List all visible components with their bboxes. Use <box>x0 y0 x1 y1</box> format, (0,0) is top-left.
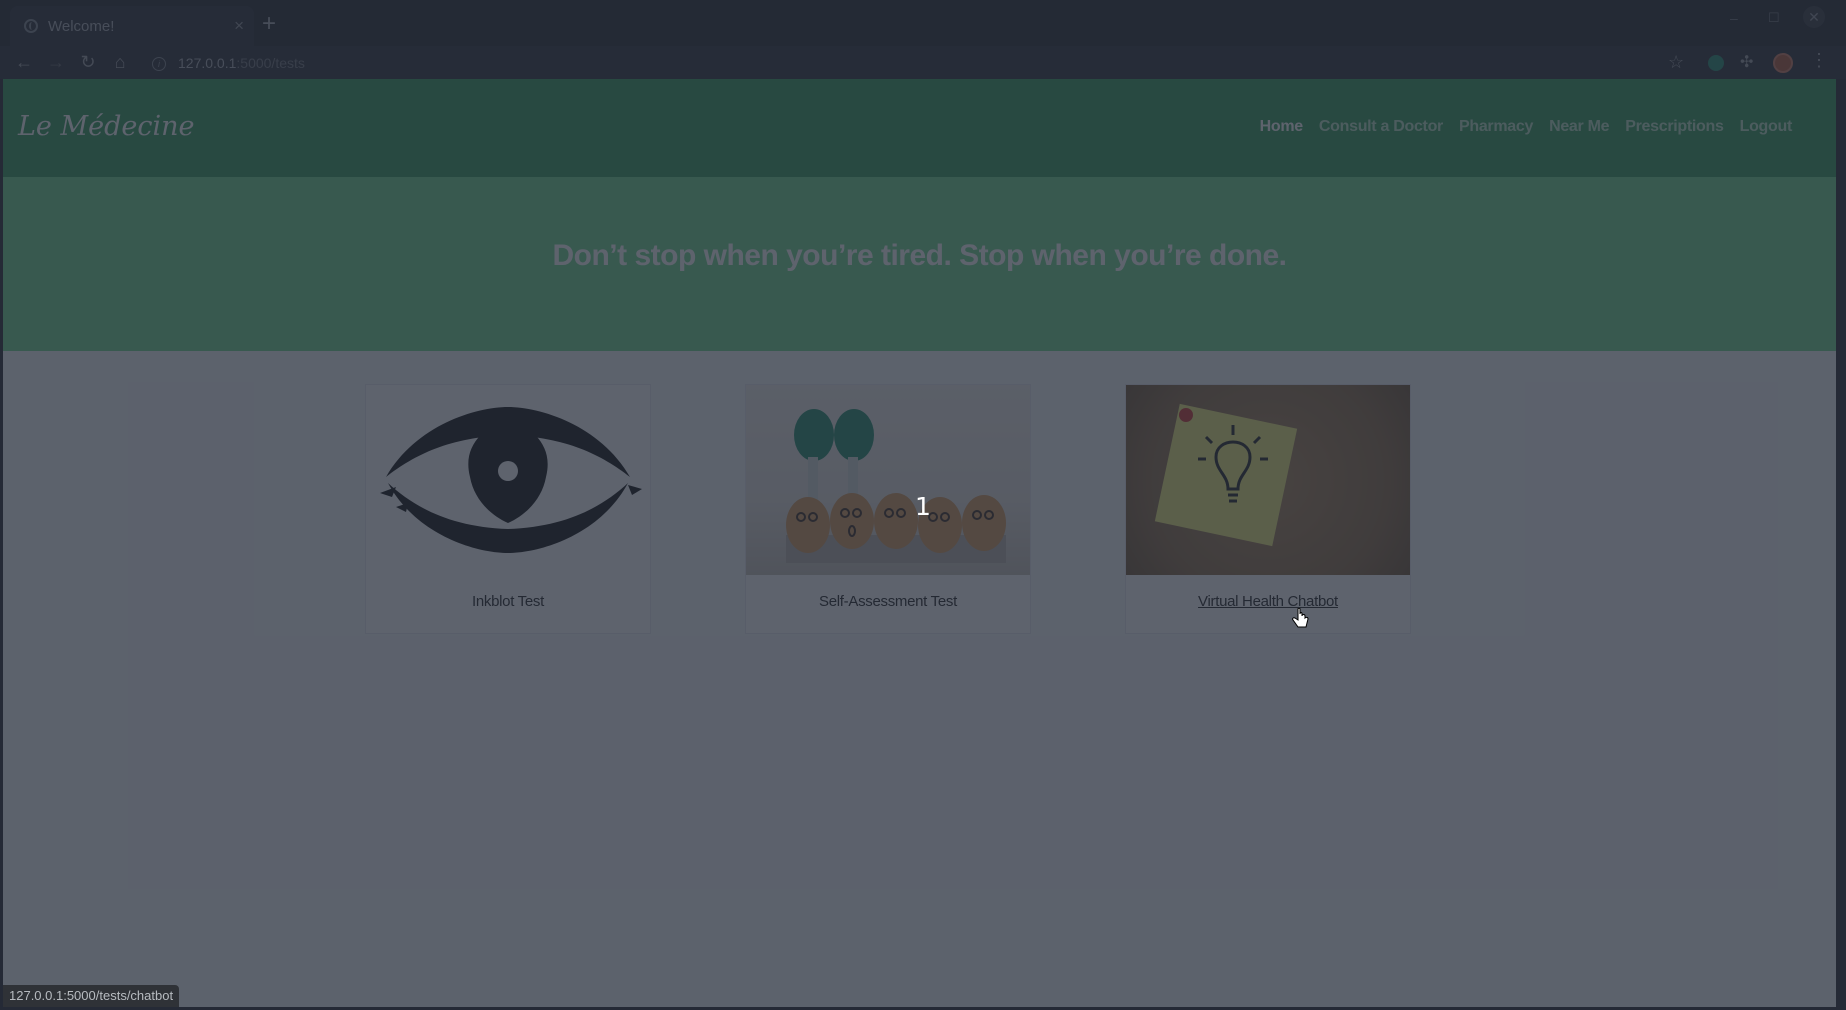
chatbot-image <box>1126 385 1410 575</box>
eggs-faces-icon <box>786 409 1006 563</box>
minimize-button[interactable]: – <box>1730 10 1738 26</box>
site-navbar: Le Médecine Home Consult a Doctor Pharma… <box>3 79 1836 177</box>
inkblot-eye-icon <box>380 407 642 553</box>
nav-home[interactable]: Home <box>1260 118 1304 136</box>
home-icon[interactable]: ⌂ <box>108 46 132 79</box>
profile-avatar[interactable] <box>1773 53 1793 73</box>
back-arrow-icon[interactable]: ← <box>12 46 36 79</box>
hero-banner: Don’t stop when you’re tired. Stop when … <box>3 177 1836 351</box>
card-label-self-assessment[interactable]: Self-Assessment Test <box>746 593 1030 610</box>
browser-tab[interactable]: Welcome! × <box>10 6 254 46</box>
nav-pharmacy[interactable]: Pharmacy <box>1459 118 1533 136</box>
card-virtual-health-chatbot[interactable]: Virtual Health Chatbot <box>1125 384 1411 634</box>
nav-logout[interactable]: Logout <box>1740 118 1793 136</box>
address-bar[interactable]: i 127.0.0.1:5000/tests <box>152 51 305 75</box>
overlay-number: 1 <box>915 492 931 521</box>
hero-quote: Don’t stop when you’re tired. Stop when … <box>552 239 1287 272</box>
close-tab-icon[interactable]: × <box>234 16 244 36</box>
extension-icon[interactable] <box>1708 55 1724 71</box>
nav-consult-a-doctor[interactable]: Consult a Doctor <box>1319 118 1443 136</box>
nav-prescriptions[interactable]: Prescriptions <box>1625 118 1724 136</box>
url-path: :5000/tests <box>236 55 305 71</box>
site-info-icon[interactable]: i <box>152 57 166 72</box>
browser-toolbar: ← → ↻ ⌂ i 127.0.0.1:5000/tests ☆ ✣ ⋮ <box>0 46 1846 79</box>
close-window-button[interactable]: ✕ <box>1803 6 1825 28</box>
browser-menu-icon[interactable]: ⋮ <box>1810 50 1828 71</box>
web-page: Le Médecine Home Consult a Doctor Pharma… <box>3 79 1836 1007</box>
site-logo[interactable]: Le Médecine <box>18 111 195 142</box>
globe-icon <box>24 19 38 33</box>
tab-title: Welcome! <box>48 17 115 35</box>
eggs-image <box>746 385 1030 575</box>
card-label-inkblot[interactable]: Inkblot Test <box>366 593 650 610</box>
card-inkblot-test[interactable]: Inkblot Test <box>365 384 651 634</box>
hand-cursor-icon <box>1292 607 1310 635</box>
lightbulb-sticky-note-icon <box>1154 403 1298 547</box>
new-tab-button[interactable]: + <box>262 10 276 38</box>
maximize-button[interactable]: ☐ <box>1768 10 1780 26</box>
bookmark-star-icon[interactable]: ☆ <box>1668 52 1684 73</box>
url-host: 127.0.0.1 <box>178 55 237 71</box>
nav-near-me[interactable]: Near Me <box>1549 118 1609 136</box>
extensions-puzzle-icon[interactable]: ✣ <box>1740 52 1753 72</box>
status-bar-url: 127.0.0.1:5000/tests/chatbot <box>3 985 180 1007</box>
inkblot-image <box>366 385 650 575</box>
site-menu: Home Consult a Doctor Pharmacy Near Me P… <box>1260 118 1793 136</box>
forward-arrow-icon[interactable]: → <box>44 46 68 79</box>
reload-icon[interactable]: ↻ <box>76 46 100 79</box>
card-label-chatbot[interactable]: Virtual Health Chatbot <box>1126 593 1410 610</box>
card-self-assessment-test[interactable]: Self-Assessment Test <box>745 384 1031 634</box>
tab-strip: Welcome! × + – ☐ ✕ <box>0 0 1846 46</box>
